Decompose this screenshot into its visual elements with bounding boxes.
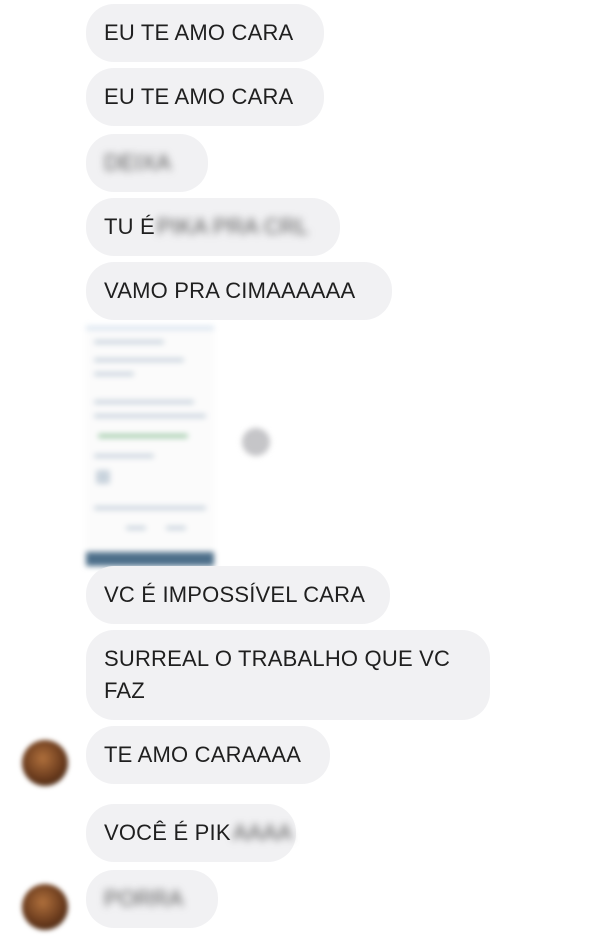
image-content-line (94, 414, 206, 418)
message-text: TU É (104, 214, 155, 239)
message-text: EU TE AMO CARA (104, 84, 294, 109)
message-text: TE AMO CARAAAA (104, 742, 302, 767)
message-text-blurred: DEIXA (104, 150, 172, 175)
image-content-line (94, 358, 184, 362)
image-content-line (126, 526, 146, 530)
message-text: VC É IMPOSSÍVEL CARA (104, 582, 366, 607)
message-bubble[interactable]: TU É PIKA PRA CRL (86, 198, 340, 256)
message-text: VAMO PRA CIMAAAAAA (104, 278, 356, 303)
image-content-line (98, 434, 188, 438)
avatar[interactable] (22, 740, 68, 786)
image-content-line (94, 400, 194, 404)
message-bubble[interactable]: VOCÊ É PIK AAAA (86, 804, 296, 862)
message-bubble[interactable]: DEIXA (86, 134, 208, 192)
message-bubble[interactable]: EU TE AMO CARA (86, 68, 324, 126)
message-text-blurred: PIKA PRA CRL (156, 214, 309, 239)
message-bubble[interactable]: VAMO PRA CIMAAAAAA (86, 262, 392, 320)
message-bubble[interactable]: TE AMO CARAAAA (86, 726, 330, 784)
avatar[interactable] (22, 884, 68, 930)
message-bubble[interactable]: VC É IMPOSSÍVEL CARA (86, 566, 390, 624)
image-content-icon (96, 470, 110, 484)
image-bottom-bar (86, 552, 214, 566)
image-content-line (94, 454, 154, 458)
message-text: SURREAL O TRABALHO QUE VC FAZ (104, 646, 451, 703)
message-text-blurred: PORRA (104, 886, 184, 911)
image-content-line (94, 340, 164, 344)
share-icon[interactable] (242, 428, 270, 456)
message-text: EU TE AMO CARA (104, 20, 294, 45)
message-bubble[interactable]: SURREAL O TRABALHO QUE VC FAZ (86, 630, 490, 720)
image-content-line (94, 506, 206, 510)
image-content-line (166, 526, 186, 530)
message-text: VOCÊ É PIK (104, 820, 231, 845)
message-bubble[interactable]: PORRA (86, 870, 218, 928)
shared-image[interactable] (86, 326, 214, 566)
image-content-line (94, 372, 134, 376)
message-bubble[interactable]: EU TE AMO CARA (86, 4, 324, 62)
message-text-blurred: AAAA (232, 820, 293, 845)
